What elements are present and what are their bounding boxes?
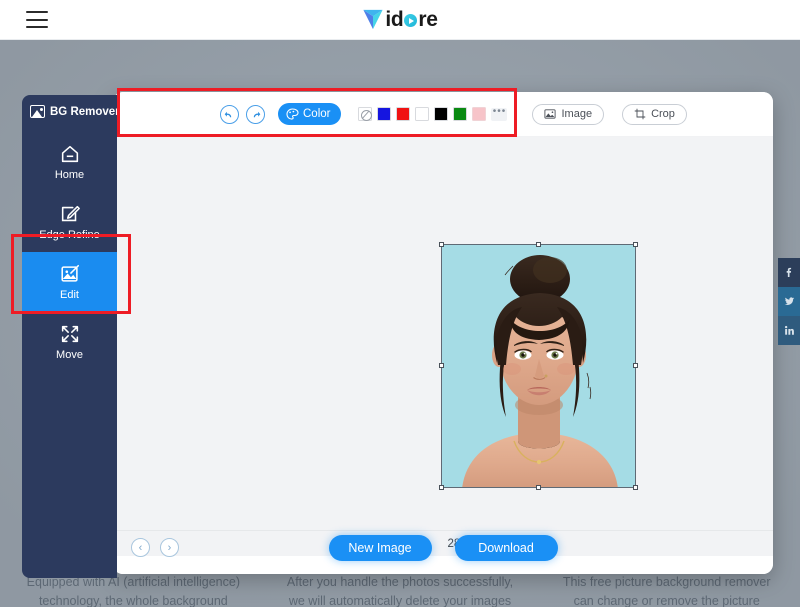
swatch-white[interactable] (415, 107, 429, 121)
swatch-pink[interactable] (472, 107, 486, 121)
canvas-inner (208, 137, 773, 530)
editor-bottom-bar: ‹ › New Image Download (113, 556, 773, 574)
resize-handle-middle-left[interactable] (439, 363, 444, 368)
color-button[interactable]: Color (278, 103, 341, 125)
new-image-button[interactable]: New Image (329, 535, 432, 561)
selected-image-frame[interactable] (441, 244, 636, 488)
brand-wordmark: idre (385, 9, 437, 30)
resize-handle-middle-right[interactable] (633, 363, 638, 368)
sidebar-item-label: Home (55, 170, 84, 181)
app-page: idre Equipped with AI (artificial intell… (0, 0, 800, 607)
resize-handle-bottom-right[interactable] (633, 485, 638, 490)
v-mark-icon (362, 8, 384, 31)
resize-handle-top-right[interactable] (633, 242, 638, 247)
social-share-rail (778, 258, 800, 345)
brand-text-right: re (418, 9, 437, 30)
swatch-red[interactable] (396, 107, 410, 121)
sidebar-item-edge-refine[interactable]: Edge Refine (22, 192, 117, 252)
undo-button[interactable] (220, 105, 239, 124)
sidebar-title: BG Remover (22, 95, 117, 118)
image-button-label: Image (561, 108, 592, 120)
twitter-icon (784, 296, 795, 307)
editor-canvas[interactable] (113, 137, 773, 530)
editor-sidebar: BG Remover Home Edge Refine Edit (22, 95, 117, 578)
swatch-green[interactable] (453, 107, 467, 121)
action-button-row: New Image Download (113, 535, 773, 561)
color-swatch-group: ••• (358, 107, 507, 121)
more-colors-button[interactable]: ••• (491, 108, 507, 121)
home-icon (59, 143, 81, 165)
redo-icon (250, 109, 261, 120)
portrait-photo-woman (442, 245, 635, 487)
footer-feature-columns: Equipped with AI (artificial intelligenc… (0, 573, 800, 607)
resize-handle-bottom-center[interactable] (536, 485, 541, 490)
footer-column: Equipped with AI (artificial intelligenc… (0, 573, 267, 607)
edge-refine-icon (59, 203, 81, 225)
color-button-label: Color (303, 108, 330, 120)
linkedin-share-button[interactable] (778, 316, 800, 345)
crop-icon (634, 108, 646, 120)
resize-handle-bottom-left[interactable] (439, 485, 444, 490)
sidebar-item-label: Move (56, 350, 83, 361)
editor-toolbar: Color ••• Image (113, 92, 773, 137)
site-header: idre (0, 0, 800, 40)
crop-button[interactable]: Crop (622, 104, 687, 125)
undo-icon (224, 109, 235, 120)
redo-button[interactable] (246, 105, 265, 124)
bg-remover-icon (30, 105, 45, 118)
bg-remover-app-card: Color ••• Image (113, 92, 773, 574)
resize-handle-top-center[interactable] (536, 242, 541, 247)
edit-image-icon (59, 263, 81, 285)
sidebar-item-edit[interactable]: Edit (22, 252, 117, 312)
footer-column: This free picture background remover can… (533, 573, 800, 607)
linkedin-icon (784, 325, 795, 336)
palette-icon (286, 108, 299, 121)
download-button[interactable]: Download (455, 535, 558, 561)
swatch-blue[interactable] (377, 107, 391, 121)
image-button[interactable]: Image (532, 104, 604, 125)
facebook-share-button[interactable] (778, 258, 800, 287)
crop-button-label: Crop (651, 108, 675, 120)
footer-column: After you handle the photos successfully… (267, 573, 534, 607)
sidebar-item-move[interactable]: Move (22, 312, 117, 372)
image-background-layer (442, 245, 635, 487)
vidmore-logo[interactable]: idre (0, 8, 800, 31)
move-icon (59, 323, 81, 345)
sidebar-item-home[interactable]: Home (22, 132, 117, 192)
facebook-icon (784, 267, 795, 278)
swatch-transparent[interactable] (358, 107, 372, 121)
sidebar-item-label: Edge Refine (39, 230, 100, 241)
swatch-black[interactable] (434, 107, 448, 121)
sidebar-item-label: Edit (60, 290, 79, 301)
sidebar-title-label: BG Remover (50, 106, 117, 118)
image-icon (544, 108, 556, 120)
brand-play-dot-icon (404, 14, 417, 27)
twitter-share-button[interactable] (778, 287, 800, 316)
brand-text-left: id (385, 9, 403, 30)
resize-handle-top-left[interactable] (439, 242, 444, 247)
